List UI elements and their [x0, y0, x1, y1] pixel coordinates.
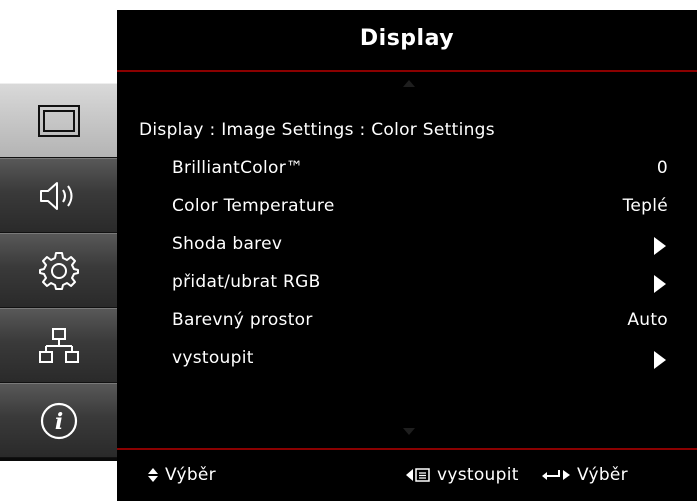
- title-bar: Display: [117, 10, 697, 70]
- sidebar-item-display[interactable]: [0, 83, 117, 158]
- menu-item-label: Shoda barev: [172, 234, 283, 254]
- sidebar-item-network[interactable]: [0, 308, 117, 383]
- submenu-arrow-icon: [654, 275, 666, 293]
- submenu-arrow-icon: [654, 237, 666, 255]
- scroll-down-icon: [403, 428, 415, 435]
- hint-enter-label: Výběr: [577, 465, 628, 485]
- menu-item-color-matching[interactable]: Shoda barev: [172, 234, 668, 262]
- up-down-arrows-icon: [147, 467, 159, 483]
- menu-item-value: Auto: [627, 310, 668, 330]
- title-divider: [117, 70, 697, 72]
- sidebar-item-audio[interactable]: [0, 158, 117, 233]
- page-title: Display: [359, 26, 455, 51]
- menu-item-value: 0: [656, 158, 668, 178]
- speaker-icon: [39, 181, 72, 210]
- hint-select-label: Výběr: [165, 465, 216, 485]
- menu-item-label: Color Temperature: [172, 196, 335, 216]
- footer-hints: Výběr vystoupit Výběr: [117, 450, 697, 501]
- info-icon: i: [40, 402, 77, 439]
- osd-panel: Display Display : Image Settings : Color…: [117, 10, 697, 501]
- back-menu-icon: [405, 467, 431, 483]
- menu-item-label: vystoupit: [172, 348, 254, 368]
- menu-item-value: Teplé: [622, 196, 668, 216]
- hint-back-label: vystoupit: [437, 465, 519, 485]
- enter-icon: [541, 467, 571, 483]
- svg-text:i: i: [54, 409, 62, 435]
- hint-back: vystoupit: [405, 465, 519, 485]
- menu-item-exit[interactable]: vystoupit: [172, 348, 668, 376]
- menu-item-label: Barevný prostor: [172, 310, 313, 330]
- menu-item-brilliantcolor[interactable]: BrilliantColor™ 0: [172, 158, 668, 186]
- gear-icon: [38, 251, 79, 290]
- network-icon: [38, 327, 79, 363]
- menu-item-label: přidat/ubrat RGB: [172, 272, 321, 292]
- sidebar-item-info[interactable]: i: [0, 383, 117, 458]
- menu-item-color-space[interactable]: Barevný prostor Auto: [172, 310, 668, 338]
- menu-item-color-temperature[interactable]: Color Temperature Teplé: [172, 196, 668, 224]
- hint-enter: Výběr: [541, 465, 628, 485]
- submenu-arrow-icon: [654, 351, 666, 369]
- breadcrumb: Display : Image Settings : Color Setting…: [139, 120, 495, 140]
- sidebar: i: [0, 83, 117, 461]
- hint-select: Výběr: [147, 465, 216, 485]
- scroll-up-icon: [403, 80, 415, 87]
- display-icon: [37, 104, 80, 137]
- sidebar-item-setup[interactable]: [0, 233, 117, 308]
- menu-item-label: BrilliantColor™: [172, 158, 304, 178]
- menu-item-rgb-gain-bias[interactable]: přidat/ubrat RGB: [172, 272, 668, 300]
